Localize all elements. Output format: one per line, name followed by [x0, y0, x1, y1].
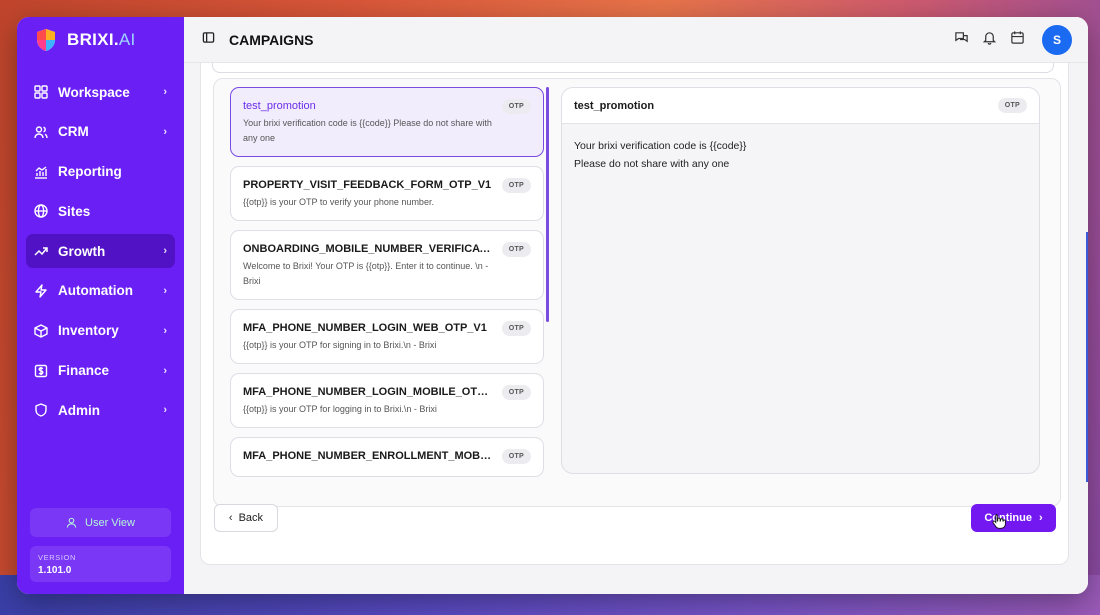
- page-title: CAMPAIGNS: [229, 31, 314, 48]
- otp-badge: OTP: [501, 99, 531, 114]
- template-name: test_promotion: [243, 100, 316, 112]
- topbar: CAMPAIGNS S: [184, 17, 1088, 63]
- chevron-right-icon: ›: [1039, 512, 1043, 524]
- otp-badge: OTP: [501, 385, 531, 400]
- app-window: BRIXI.AI Workspace › CRM › Reporting Sit…: [17, 17, 1088, 594]
- previous-section-edge: [212, 63, 1054, 73]
- template-body: {{otp}} is your OTP for logging in to Br…: [243, 404, 437, 414]
- chart-icon: [34, 165, 48, 179]
- dollar-icon: [34, 364, 48, 378]
- template-card[interactable]: MFA_PHONE_NUMBER_ENROLLMENT_MOBILE OTP: [230, 437, 544, 477]
- sidebar-item-label: Sites: [58, 203, 91, 219]
- chevron-left-icon: ‹: [228, 512, 233, 524]
- user-view-button[interactable]: User View: [30, 508, 171, 537]
- sidebar-item-label: Automation: [58, 283, 133, 299]
- sidebar-item-growth[interactable]: Growth ›: [26, 234, 175, 269]
- back-button[interactable]: ‹ Back: [214, 504, 278, 532]
- sidebar-item-label: Workspace: [58, 84, 130, 100]
- version-box: VERSION 1.101.0: [30, 546, 171, 582]
- chevron-right-icon: ›: [163, 284, 167, 297]
- users-icon: [34, 125, 48, 139]
- list-scrollbar[interactable]: [546, 87, 549, 322]
- sidebar-item-label: CRM: [58, 124, 89, 140]
- sidebar-toggle-icon[interactable]: [202, 31, 215, 49]
- chevron-right-icon: ›: [163, 324, 167, 337]
- template-name: MFA_PHONE_NUMBER_LOGIN_WEB_OTP_V1: [243, 322, 487, 334]
- calendar-icon[interactable]: [1010, 30, 1025, 50]
- template-card[interactable]: ONBOARDING_MOBILE_NUMBER_VERIFICATION_OT…: [230, 230, 544, 300]
- sidebar-item-label: Reporting: [58, 164, 122, 180]
- bell-icon[interactable]: [982, 30, 997, 50]
- sidebar-item-reporting[interactable]: Reporting: [26, 155, 175, 189]
- preview-header: test_promotion OTP: [562, 88, 1039, 124]
- continue-button[interactable]: Continue ›: [971, 504, 1056, 532]
- preview-line: Your brixi verification code is {{code}}: [574, 140, 747, 152]
- back-label: Back: [238, 512, 264, 524]
- otp-badge: OTP: [501, 321, 531, 336]
- user-view-label: User View: [85, 516, 135, 529]
- otp-badge: OTP: [501, 242, 531, 257]
- template-preview: test_promotion OTP Your brixi verificati…: [561, 87, 1040, 474]
- sidebar-item-admin[interactable]: Admin ›: [26, 393, 175, 427]
- globe-icon: [34, 204, 48, 219]
- sidebar-item-workspace[interactable]: Workspace ›: [26, 75, 175, 109]
- chevron-right-icon: ›: [163, 245, 167, 258]
- chevron-right-icon: ›: [163, 125, 167, 138]
- chat-icon[interactable]: [954, 30, 969, 50]
- box-icon: [34, 324, 48, 338]
- bolt-icon: [34, 284, 48, 298]
- avatar[interactable]: S: [1042, 24, 1072, 55]
- trend-icon: [34, 244, 48, 258]
- preview-title: test_promotion: [574, 99, 655, 112]
- sidebar-nav: Workspace › CRM › Reporting Sites Growth…: [17, 75, 184, 433]
- otp-badge: OTP: [997, 98, 1027, 113]
- user-icon: [66, 517, 77, 528]
- template-card[interactable]: PROPERTY_VISIT_FEEDBACK_FORM_OTP_V1 {{ot…: [230, 166, 544, 221]
- template-name: MFA_PHONE_NUMBER_LOGIN_MOBILE_OTP_V1: [243, 386, 493, 398]
- hand-cursor-icon: [992, 514, 1006, 529]
- chevron-right-icon: ›: [163, 86, 167, 98]
- sidebar: BRIXI.AI Workspace › CRM › Reporting Sit…: [17, 17, 184, 594]
- sidebar-item-crm[interactable]: CRM ›: [26, 115, 175, 149]
- sidebar-item-inventory[interactable]: Inventory ›: [26, 314, 175, 348]
- logo[interactable]: BRIXI.AI: [17, 17, 184, 63]
- page-scrollbar[interactable]: [1086, 232, 1088, 482]
- template-body: Welcome to Brixi! Your OTP is {{otp}}. E…: [243, 261, 489, 286]
- template-name: MFA_PHONE_NUMBER_ENROLLMENT_MOBILE: [243, 450, 493, 462]
- otp-badge: OTP: [501, 449, 531, 464]
- template-list[interactable]: test_promotion Your brixi verification c…: [230, 87, 544, 492]
- otp-badge: OTP: [501, 178, 531, 193]
- version-label: VERSION: [38, 553, 76, 562]
- sidebar-item-label: Admin: [58, 402, 100, 418]
- version-number: 1.101.0: [38, 565, 72, 576]
- topbar-actions: S: [954, 24, 1072, 55]
- sidebar-item-sites[interactable]: Sites: [26, 194, 175, 228]
- grid-icon: [34, 85, 48, 99]
- shield-icon: [34, 403, 48, 418]
- chevron-right-icon: ›: [163, 364, 167, 377]
- template-name: PROPERTY_VISIT_FEEDBACK_FORM_OTP_V1: [243, 179, 492, 191]
- preview-body: Your brixi verification code is {{code}}…: [562, 124, 1039, 187]
- sidebar-item-label: Growth: [58, 243, 106, 259]
- template-card[interactable]: MFA_PHONE_NUMBER_LOGIN_WEB_OTP_V1 {{otp}…: [230, 309, 544, 364]
- sidebar-item-label: Finance: [58, 363, 110, 379]
- main-area: CAMPAIGNS S test_promotion Your brixi ve…: [184, 17, 1088, 594]
- template-selector-panel: test_promotion Your brixi verification c…: [213, 78, 1061, 507]
- template-card[interactable]: MFA_PHONE_NUMBER_LOGIN_MOBILE_OTP_V1 {{o…: [230, 373, 544, 428]
- template-body: {{otp}} is your OTP to verify your phone…: [243, 197, 434, 207]
- template-body: {{otp}} is your OTP for signing in to Br…: [243, 340, 437, 350]
- template-card[interactable]: test_promotion Your brixi verification c…: [230, 87, 544, 157]
- sidebar-item-automation[interactable]: Automation ›: [26, 274, 175, 308]
- template-body: Your brixi verification code is {{code}}…: [243, 118, 492, 143]
- sidebar-item-label: Inventory: [58, 323, 119, 339]
- preview-line: Please do not share with any one: [574, 157, 730, 170]
- logo-text: BRIXI.AI: [67, 30, 136, 49]
- sidebar-item-finance[interactable]: Finance ›: [26, 354, 175, 388]
- template-name: ONBOARDING_MOBILE_NUMBER_VERIFICATION_OT…: [243, 243, 493, 255]
- chevron-right-icon: ›: [163, 404, 167, 417]
- brixi-logo-icon: [37, 29, 55, 51]
